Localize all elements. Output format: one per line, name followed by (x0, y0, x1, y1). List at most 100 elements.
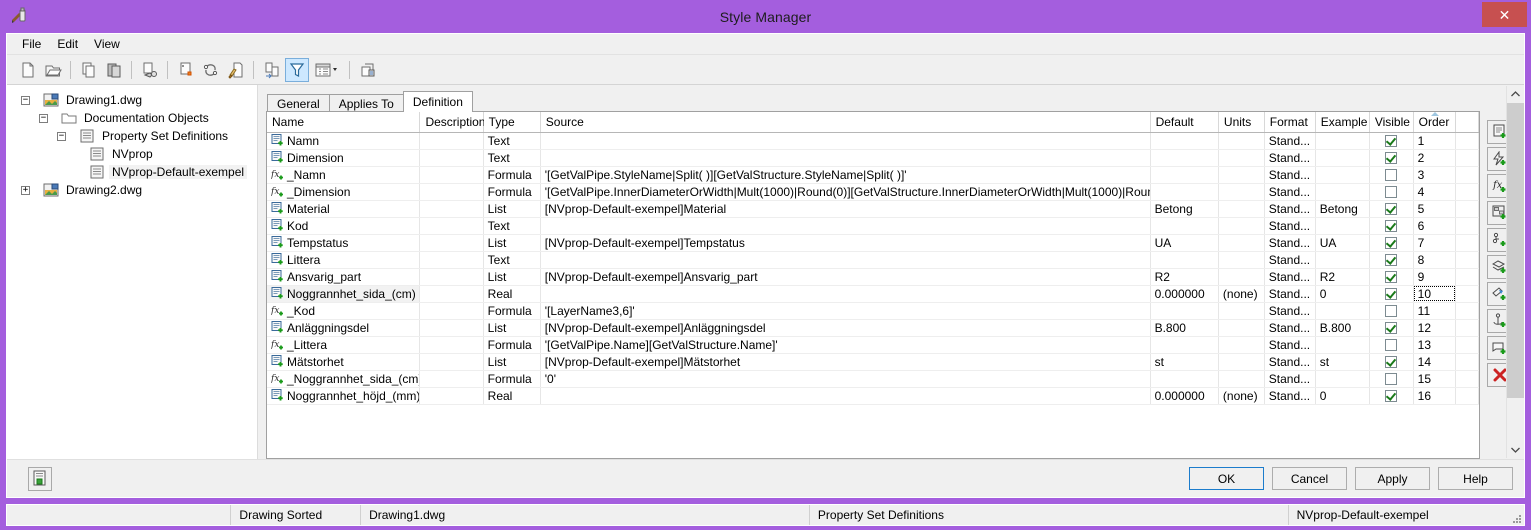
cell-units[interactable] (1218, 251, 1265, 269)
col-header-name[interactable]: Name (267, 112, 421, 133)
open-drawing-icon[interactable] (41, 58, 65, 82)
cell-order[interactable]: 10 (1413, 285, 1457, 303)
tree-node-drawing1[interactable]: − Drawing1.dwg (15, 91, 257, 109)
visible-checkbox[interactable] (1385, 356, 1398, 369)
cell-visible[interactable] (1369, 251, 1414, 269)
cell-description[interactable] (419, 234, 484, 252)
table-row[interactable]: Mätstorhet List [NVprop-Default-exempel]Mä… (267, 353, 1479, 371)
cell-default[interactable] (1150, 132, 1219, 150)
cell-units[interactable] (1218, 319, 1265, 337)
cell-units[interactable] (1218, 336, 1265, 354)
expander-icon[interactable]: + (21, 185, 30, 195)
cell-default[interactable] (1150, 166, 1219, 184)
new-style-icon[interactable] (174, 58, 198, 82)
table-row[interactable]: Namn Text Stand... 1 (267, 132, 1479, 150)
cell-description[interactable] (419, 132, 484, 150)
cell-format[interactable]: Stand... (1264, 251, 1316, 269)
copy-icon[interactable] (77, 58, 101, 82)
visible-checkbox[interactable] (1385, 169, 1398, 182)
cell-source[interactable] (540, 132, 1151, 150)
cell-name[interactable]: fx _Littera (267, 336, 421, 354)
col-header-description[interactable]: Description (419, 112, 485, 133)
cell-format[interactable]: Stand... (1264, 370, 1316, 388)
table-row[interactable]: Noggrannhet_höjd_(mm) Real 0.000000 (none) S… (267, 387, 1479, 405)
resize-grip-icon[interactable] (1510, 512, 1522, 524)
table-row[interactable]: fx _Noggrannhet_sida_(cm) Formula '0' Stand.… (267, 370, 1479, 388)
scrollbar-track[interactable] (1506, 103, 1524, 441)
cell-type[interactable]: Text (483, 251, 541, 269)
cell-type[interactable]: Formula (483, 183, 541, 201)
table-row[interactable]: fx _Kod Formula '[LayerName3,6]' Stand... 11 (267, 302, 1479, 320)
cell-visible[interactable] (1369, 302, 1414, 320)
cell-order[interactable]: 11 (1413, 302, 1457, 320)
col-header-example[interactable]: Example (1315, 112, 1370, 133)
cell-visible[interactable] (1369, 387, 1414, 405)
table-row[interactable]: Ansvarig_part List [NVprop-Default-exempel… (267, 268, 1479, 286)
visible-checkbox[interactable] (1385, 152, 1398, 165)
ok-button[interactable]: OK (1189, 467, 1264, 490)
cell-description[interactable] (419, 336, 484, 354)
cell-description[interactable] (419, 149, 484, 167)
cell-default[interactable]: B.800 (1150, 319, 1219, 337)
inline-edit-toggle-icon[interactable] (28, 466, 52, 491)
cell-type[interactable]: Text (483, 132, 541, 150)
cell-source[interactable]: '[GetValPipe.Name][GetValStructure.Name]… (540, 336, 1151, 354)
close-button[interactable]: ✕ (1482, 2, 1527, 27)
cell-visible[interactable] (1369, 268, 1414, 286)
cell-name[interactable]: Noggrannhet_sida_(cm) (267, 285, 421, 303)
purge-style-icon[interactable] (224, 58, 248, 82)
scroll-up-arrow-icon[interactable] (1507, 86, 1524, 103)
set-from-icon[interactable] (199, 58, 223, 82)
cell-source[interactable] (540, 387, 1151, 405)
cell-source[interactable]: [NVprop-Default-exempel]Ansvarig_part (540, 268, 1151, 286)
cell-default[interactable]: st (1150, 353, 1219, 371)
cell-visible[interactable] (1369, 353, 1414, 371)
cell-units[interactable] (1218, 370, 1265, 388)
tree-node-nvprop-default-exempel[interactable]: NVprop-Default-exempel (15, 163, 257, 181)
table-row[interactable]: Kod Text Stand... 6 (267, 217, 1479, 235)
cell-type[interactable]: List (483, 268, 541, 286)
table-row[interactable]: Littera Text Stand... 8 (267, 251, 1479, 269)
tree-node-documentation-objects[interactable]: − Documentation Objects (15, 109, 257, 127)
new-drawing-icon[interactable] (16, 58, 40, 82)
col-header-format[interactable]: Format (1264, 112, 1316, 133)
cell-default[interactable]: UA (1150, 234, 1219, 252)
cell-source[interactable]: [NVprop-Default-exempel]Anläggningsdel (540, 319, 1151, 337)
cell-units[interactable] (1218, 149, 1265, 167)
edit-style-icon[interactable] (138, 58, 162, 82)
cell-order[interactable]: 8 (1413, 251, 1457, 269)
cell-type[interactable]: List (483, 319, 541, 337)
visible-checkbox[interactable] (1385, 390, 1398, 403)
menu-edit[interactable]: Edit (49, 35, 86, 53)
cell-order[interactable]: 9 (1413, 268, 1457, 286)
table-row[interactable]: fx _Littera Formula '[GetValPipe.Name][GetV… (267, 336, 1479, 354)
cell-format[interactable]: Stand... (1264, 217, 1316, 235)
col-header-visible[interactable]: Visible (1369, 112, 1414, 133)
cell-source[interactable] (540, 149, 1151, 167)
cell-source[interactable] (540, 285, 1151, 303)
tab-applies-to[interactable]: Applies To (328, 94, 404, 112)
cell-format[interactable]: Stand... (1264, 132, 1316, 150)
cell-visible[interactable] (1369, 183, 1414, 201)
cell-type[interactable]: Formula (483, 166, 541, 184)
cell-visible[interactable] (1369, 132, 1414, 150)
cell-source[interactable]: '[GetValPipe.InnerDiameterOrWidth|Mult(1… (540, 183, 1151, 201)
cell-default[interactable] (1150, 217, 1219, 235)
cell-order[interactable]: 5 (1413, 200, 1457, 218)
toggle-view-icon[interactable] (260, 58, 284, 82)
cell-format[interactable]: Stand... (1264, 285, 1316, 303)
cell-type[interactable]: Text (483, 149, 541, 167)
cell-source[interactable]: [NVprop-Default-exempel]Tempstatus (540, 234, 1151, 252)
visible-checkbox[interactable] (1385, 203, 1398, 216)
object-tree[interactable]: − Drawing1.dwg − Documentation Objects −… (7, 85, 258, 459)
cell-description[interactable] (419, 251, 484, 269)
cell-order[interactable]: 14 (1413, 353, 1457, 371)
table-row[interactable]: Material List [NVprop-Default-exempel]Mate… (267, 200, 1479, 218)
cell-visible[interactable] (1369, 234, 1414, 252)
visible-checkbox[interactable] (1385, 186, 1398, 199)
cell-units[interactable] (1218, 302, 1265, 320)
cell-default[interactable] (1150, 336, 1219, 354)
visible-checkbox[interactable] (1385, 339, 1398, 352)
cell-name[interactable]: fx _Kod (267, 302, 421, 320)
cell-description[interactable] (419, 387, 484, 405)
